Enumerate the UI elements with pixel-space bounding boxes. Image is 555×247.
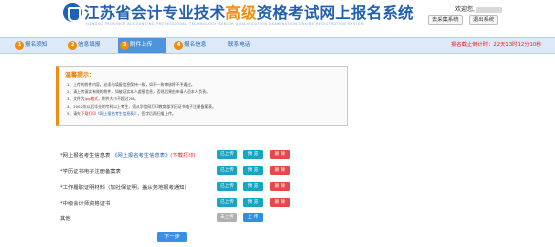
uploaded-button[interactable]: 已上传 xyxy=(217,198,237,207)
upload-row-degree-record: *学历证书电子注册备案表 已上传 预 览 删 除 xyxy=(60,166,300,176)
welcome-text: 欢迎您, xyxy=(455,4,502,13)
upload-button[interactable]: 上 传 xyxy=(243,213,263,222)
row-label: *工作履职证明材料（加社保证明，盖从务地报考通知） xyxy=(60,183,190,191)
row-label-text: *工作履职证明材料（加社保证明，盖从务地报考通知） xyxy=(60,185,190,191)
notice-highlight: 下载打印 xyxy=(80,110,96,116)
step-label: 附件上传 xyxy=(130,42,153,48)
not-uploaded-button: 未上传 xyxy=(217,213,237,222)
notice-text: 4、2002年以后毕业的专科以上考生，须从学信网打印教育部学历证书电子注册备案表… xyxy=(67,103,216,109)
row-label: *网上报名考生信息表 《网上报名考生信息表》(下载打印) xyxy=(60,151,196,159)
notice-title: 温馨提示： xyxy=(65,72,96,79)
delete-button[interactable]: 删 除 xyxy=(270,166,290,175)
upload-row-intermediate-cert: *中级会计师资格证书 已上传 预 览 删 除 xyxy=(60,198,300,208)
deadline-countdown: 报名截止倒计时：22天13时12分10秒 xyxy=(451,42,542,48)
preview-button[interactable]: 预 览 xyxy=(243,166,263,175)
notice-box: 温馨提示： 1、上传的附件内容，必须与填报信息保持一致，如不一致审核将不予通过。… xyxy=(56,66,348,126)
notice-text: 1、上传的附件内容，必须与填报信息保持一致，如不一致审核将不予通过。 xyxy=(67,82,195,87)
next-step-button[interactable]: 下一步 xyxy=(157,232,187,242)
logo-icon xyxy=(63,3,82,22)
header: 江苏省会计专业技术高级资格考试网上报名系统 JIANGSU PROVINCE A… xyxy=(0,0,555,34)
title-part1: 江苏省会计专业技术 xyxy=(84,3,226,22)
logout-button[interactable]: 退出系统 xyxy=(469,15,499,25)
notice-item: 3、文件为jpg格式，附件大小不超过2M。 xyxy=(67,95,216,102)
notice-text: 5、请先 xyxy=(67,110,81,116)
download-print-link[interactable]: (下载打印) xyxy=(170,153,195,159)
row-label: *中级会计师资格证书 xyxy=(60,199,110,207)
notice-item: 4、2002年以后毕业的专科以上考生，须从学信网打印教育部学历证书电子注册备案表… xyxy=(67,103,216,110)
step-registration-info[interactable]: 4 报名信息 xyxy=(172,38,224,53)
preview-button[interactable]: 预 览 xyxy=(243,150,263,159)
uploaded-button[interactable]: 已上传 xyxy=(217,182,237,191)
notice-list: 1、上传的附件内容，必须与填报信息保持一致，如不一致审核将不予通过。 2、请上传… xyxy=(67,81,216,117)
row-label-text: *中级会计师资格证书 xyxy=(60,201,111,207)
notice-item: 5、请先下载打印《网上报名考生信息表》，签字后再扫描上传。 xyxy=(67,110,216,117)
row-label-text: *网上报名考生信息表 xyxy=(60,153,111,159)
step-label: 报名须知 xyxy=(25,42,48,48)
notice-item: 2、请上传真实有效的附件，如被证实本人虚报信息，否则后果由申请人员本人负责。 xyxy=(67,88,216,95)
notice-text: ，签字后再扫描上传。 xyxy=(137,110,176,116)
row-label: 其他 xyxy=(60,214,71,222)
page-title: 江苏省会计专业技术高级资格考试网上报名系统 xyxy=(84,1,414,23)
step-number-icon: 2 xyxy=(68,41,77,50)
step-attachment-upload[interactable]: 3 附件上传 xyxy=(118,38,166,53)
title-highlight: 高级 xyxy=(225,3,257,22)
step-contact-phone[interactable]: 联系电话 xyxy=(225,38,265,53)
delete-button[interactable]: 删 除 xyxy=(270,150,290,159)
notice-text: 2、请上传真实有效的附件，如被证实本人虚报信息，否则后果由申请人员本人负责。 xyxy=(67,89,210,95)
uploaded-button[interactable]: 已上传 xyxy=(217,150,237,159)
step-number-icon: 3 xyxy=(120,41,129,50)
step-number-icon: 4 xyxy=(174,41,183,50)
step-label: 信息填报 xyxy=(78,42,101,48)
row-label: *学历证书电子注册备案表 xyxy=(60,167,121,175)
step-label: 报名信息 xyxy=(184,42,207,48)
step-number-icon: 1 xyxy=(15,41,24,50)
info-form-link[interactable]: 《网上报名考生信息表》 xyxy=(112,153,170,159)
title-part2: 资格考试网上报名系统 xyxy=(256,3,414,22)
upload-row-work-proof: *工作履职证明材料（加社保证明，盖从务地报考通知） 已上传 预 览 删 除 xyxy=(60,182,300,192)
upload-row-info-form: *网上报名考生信息表 《网上报名考生信息表》(下载打印) 已上传 预 览 删 除 xyxy=(60,150,300,160)
preview-button[interactable]: 预 览 xyxy=(243,198,263,207)
uploaded-button[interactable]: 已上传 xyxy=(217,166,237,175)
notice-item: 1、上传的附件内容，必须与填报信息保持一致，如不一致审核将不予通过。 xyxy=(67,81,216,88)
notice-text: ，附件大小不超过2M。 xyxy=(98,96,138,102)
row-label-text: 其他 xyxy=(60,216,71,222)
page-subtitle: JIANGSU PROVINCE ACCOUNTING PROFESSIONAL… xyxy=(86,22,364,26)
preview-button[interactable]: 预 览 xyxy=(243,182,263,191)
upload-row-other: 其他 未上传 上 传 xyxy=(60,213,300,223)
welcome-label: 欢迎您, xyxy=(455,6,475,13)
step-registration-notice[interactable]: 1 报名须知 xyxy=(13,38,63,53)
step-label: 联系电话 xyxy=(228,42,251,48)
collection-system-button[interactable]: 去采集系统 xyxy=(428,15,463,25)
delete-button[interactable]: 删 除 xyxy=(270,198,290,207)
delete-button[interactable]: 删 除 xyxy=(270,182,290,191)
notice-form-link[interactable]: 《网上报名考生信息表》 xyxy=(96,111,138,116)
notice-text: 3、文件为 xyxy=(67,96,85,102)
notice-highlight: jpg格式 xyxy=(84,96,99,102)
step-info-fill[interactable]: 2 信息填报 xyxy=(66,38,114,53)
step-bar: 1 报名须知 2 信息填报 3 附件上传 4 报名信息 联系电话 报名截止倒计时：22天… xyxy=(0,37,555,54)
row-label-text: *学历证书电子注册备案表 xyxy=(60,169,121,175)
username-redacted xyxy=(475,6,502,13)
